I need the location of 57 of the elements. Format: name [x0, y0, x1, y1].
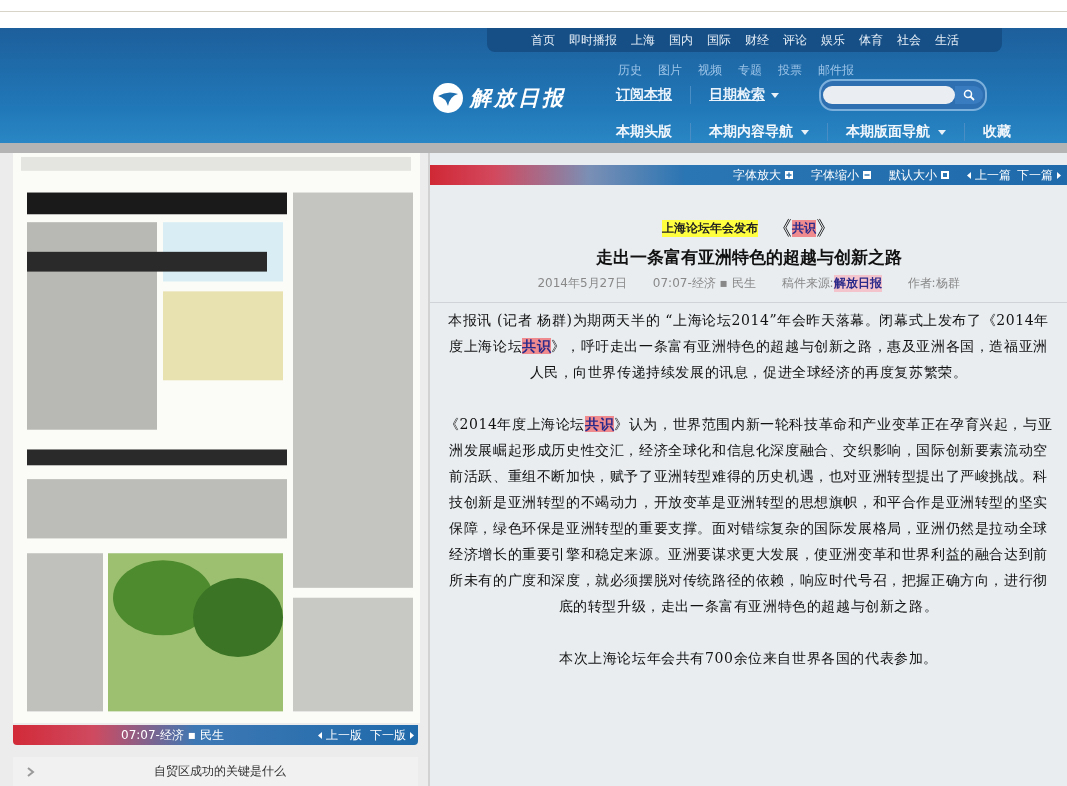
logo-text: 解放日报: [470, 83, 566, 112]
right-triangle-icon: [410, 731, 414, 739]
channel-link[interactable]: 投票: [778, 62, 802, 79]
previous-article-link[interactable]: 上一篇: [967, 166, 1011, 184]
nav-link[interactable]: 社会: [896, 31, 921, 49]
minus-box-icon: [863, 171, 871, 179]
channel-link[interactable]: 历史: [618, 62, 642, 79]
article-list-item[interactable]: 自贸区成功的关键是什么: [13, 757, 418, 786]
article-paragraph: 《2014年度上海论坛共识》认为，世界范围内新一轮科技革命和产业变革正在孕育兴起，与亚洲发展崛起形成历史性交汇，经济全球化和信息化深度融合、交织影响，国际创新要素流动空前活跃、重组不断加快，赋予了亚洲转型难得的历史机遇，也对亚洲转型提出了严峻挑战。科技创新是亚洲转型的不竭动力，开放变革是亚洲转型的思想旗帜，和平合作是亚洲转型的坚实保障，绿色环保是亚洲转型的重要支撑。面对错综复杂的国际发展格局，亚洲仍然是拉动全球经济增长的重要引擎和稳定来源。亚洲要谋求更大发展，使亚洲变革和世界利益的融合达到前所未有的广度和深度，就必须摆脱对传统路径的依赖，响应时代号召，把握正确方向，进行彻底的转型升级，走出一条富有亚洲特色的超越与创新之路。: [444, 415, 1053, 616]
nav-link[interactable]: 评论: [782, 31, 807, 49]
nav-link[interactable]: 生活: [934, 31, 959, 49]
font-size-button[interactable]: 字体缩小: [811, 166, 871, 184]
nav-link[interactable]: 财经: [744, 31, 769, 49]
date-text: 2014年5月27日: [537, 275, 627, 292]
section-text: 07:07-经济 ▪ 民生: [652, 275, 756, 292]
page-section-label: 07:07-经济 ▪ 民生: [121, 726, 225, 744]
square-box-icon: [941, 171, 949, 179]
nav-link[interactable]: 娱乐: [820, 31, 845, 49]
article-headline: 走出一条富有亚洲特色的超越与创新之路: [594, 246, 903, 269]
search-button[interactable]: [955, 86, 983, 104]
previous-page-link[interactable]: 上一版: [318, 726, 362, 744]
main-nav-link[interactable]: 本期头版: [616, 123, 672, 141]
article-paragraph: 本次上海论坛年会共有700余位来自世界各国的代表参加。: [558, 649, 939, 668]
chevron-icon: [27, 766, 35, 777]
next-page-link[interactable]: 下一版: [370, 726, 414, 744]
font-size-button[interactable]: 字体放大: [733, 166, 793, 184]
channel-link[interactable]: 图片: [658, 62, 682, 79]
nav-link[interactable]: 体育: [858, 31, 883, 49]
caret-icon: [938, 129, 946, 135]
author-text: 作者:杨群: [907, 275, 960, 292]
nav-link[interactable]: 上海: [630, 31, 655, 49]
left-triangle-icon: [318, 731, 322, 739]
channel-link[interactable]: 邮件报: [818, 62, 854, 79]
caret-icon: [771, 92, 779, 98]
left-triangle-icon: [967, 171, 971, 179]
search-icon: [963, 89, 975, 101]
plus-box-icon: [785, 171, 793, 179]
caret-icon: [801, 129, 809, 135]
channel-link[interactable]: 专题: [738, 62, 762, 79]
date-search-dropdown[interactable]: 日期检索: [709, 86, 779, 104]
article-paragraph: 本报讯 (记者 杨群)为期两天半的 “上海论坛2014”年会昨天落幕。闭幕式上发布了《2014年度上海论坛共识》，呼吁走出一条富有亚洲特色的超越与创新之路，惠及亚洲各国，造福亚洲人民，向世界传递持续发展的讯息，促进全球经济的再度复苏繁荣。: [447, 311, 1050, 382]
nav-link[interactable]: 国内: [668, 31, 693, 49]
swirl-logo-icon: [432, 81, 464, 114]
nav-link[interactable]: 国际: [706, 31, 731, 49]
channel-link[interactable]: 视频: [698, 62, 722, 79]
nav-link[interactable]: 首页: [530, 31, 555, 49]
main-nav-link[interactable]: 本期版面导航: [846, 123, 946, 141]
subscribe-link[interactable]: 订阅本报: [616, 86, 672, 104]
kicker-text: 上海论坛年会发布: [661, 220, 758, 237]
font-size-button[interactable]: 默认大小: [889, 166, 949, 184]
main-nav-link[interactable]: 本期内容导航: [709, 123, 809, 141]
nav-link[interactable]: 即时播报: [568, 31, 617, 49]
right-triangle-icon: [1057, 171, 1061, 179]
search-field[interactable]: [819, 79, 987, 111]
source-text: 稿件来源:解放日报: [781, 275, 882, 292]
main-nav-link[interactable]: 收藏: [983, 123, 1011, 141]
next-article-link[interactable]: 下一篇: [1017, 166, 1061, 184]
